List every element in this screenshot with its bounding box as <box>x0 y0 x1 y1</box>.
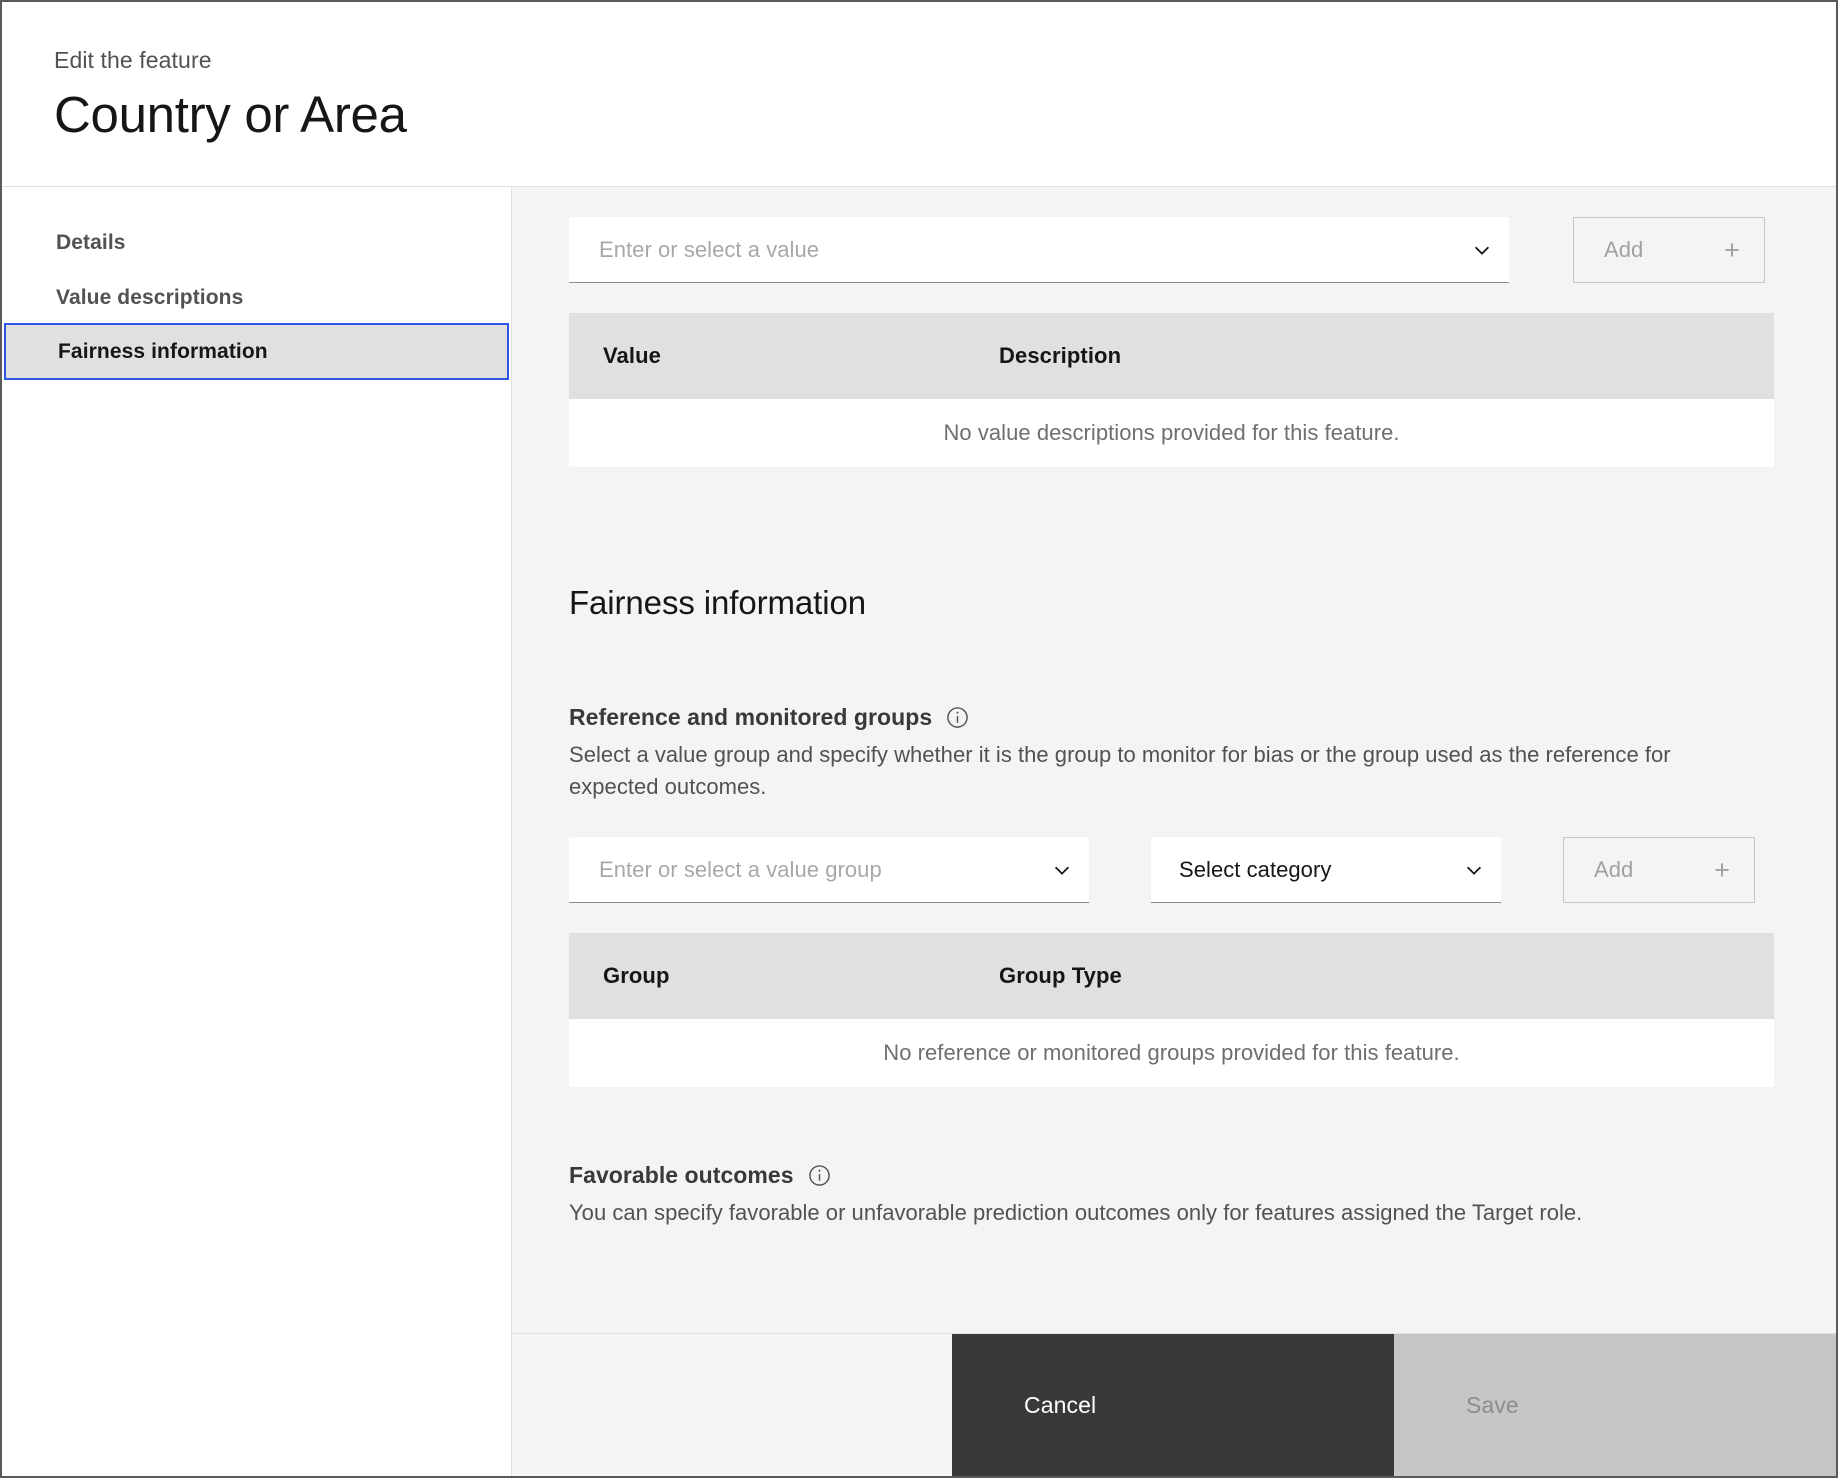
sidebar-item-fairness-information[interactable]: Fairness information <box>4 323 509 380</box>
category-select[interactable]: Select category <box>1151 837 1501 903</box>
value-group-input-placeholder: Enter or select a value group <box>599 856 882 882</box>
column-header-group-type: Group Type <box>999 963 1122 988</box>
chevron-down-icon[interactable] <box>1463 859 1485 881</box>
info-icon[interactable] <box>807 1163 832 1188</box>
reference-groups-field-group: Reference and monitored groups Select a … <box>512 704 1836 803</box>
cancel-button[interactable]: Cancel <box>952 1334 1394 1476</box>
add-value-description-label: Add <box>1604 237 1644 262</box>
save-button[interactable]: Save <box>1394 1334 1836 1476</box>
sidebar-item-details[interactable]: Details <box>2 213 511 268</box>
info-icon[interactable] <box>945 705 970 730</box>
reference-groups-label: Reference and monitored groups <box>569 704 933 730</box>
value-descriptions-table-header: Value Description <box>569 313 1774 399</box>
add-reference-group-label: Add <box>1594 857 1634 882</box>
modal-footer: Cancel Save <box>512 1333 1836 1476</box>
column-header-description: Description <box>999 343 1122 368</box>
value-group-input[interactable]: Enter or select a value group <box>569 837 1089 903</box>
column-header-group: Group <box>603 963 670 988</box>
value-input[interactable]: Enter or select a value <box>569 217 1509 283</box>
value-input-row: Enter or select a value Add + <box>512 217 1836 283</box>
favorable-outcomes-label: Favorable outcomes <box>569 1162 794 1188</box>
column-header-value: Value <box>603 343 661 368</box>
reference-groups-table: Group Group Type No reference or monitor… <box>569 933 1774 1087</box>
modal-body: Details Value descriptions Fairness info… <box>2 187 1836 1476</box>
category-select-value: Select category <box>1179 856 1332 882</box>
value-descriptions-table: Value Description No value descriptions … <box>569 313 1774 467</box>
modal-header: Edit the feature Country or Area <box>2 2 1836 187</box>
favorable-outcomes-help-text: You can specify favorable or unfavorable… <box>569 1200 1583 1225</box>
reference-groups-empty-state: No reference or monitored groups provide… <box>569 1019 1774 1087</box>
reference-groups-table-header: Group Group Type <box>569 933 1774 1019</box>
plus-icon: + <box>1724 234 1740 265</box>
page-title: Country or Area <box>54 86 407 143</box>
favorable-outcomes-field-group: Favorable outcomes You can specify favor… <box>512 1162 1836 1229</box>
add-reference-group-button[interactable]: Add + <box>1563 837 1755 903</box>
favorable-outcomes-label-row: Favorable outcomes <box>569 1162 1836 1189</box>
fairness-section-title: Fairness information <box>569 584 866 621</box>
sidebar-nav: Details Value descriptions Fairness info… <box>2 187 512 1476</box>
value-input-placeholder: Enter or select a value <box>599 236 820 262</box>
edit-feature-modal: Edit the feature Country or Area Details… <box>0 0 1838 1478</box>
sidebar-item-value-descriptions[interactable]: Value descriptions <box>2 268 511 323</box>
value-descriptions-empty-state: No value descriptions provided for this … <box>569 399 1774 467</box>
chevron-down-icon[interactable] <box>1471 239 1493 261</box>
modal-eyebrow: Edit the feature <box>54 47 212 73</box>
main-scroll-area: Enter or select a value Add + Value Desc… <box>512 187 1836 1333</box>
reference-groups-help-text: Select a value group and specify whether… <box>569 742 1671 799</box>
plus-icon: + <box>1714 854 1730 885</box>
add-value-description-button[interactable]: Add + <box>1573 217 1765 283</box>
chevron-down-icon[interactable] <box>1051 859 1073 881</box>
reference-groups-label-row: Reference and monitored groups <box>569 704 1836 731</box>
reference-groups-input-row: Enter or select a value group Select cat… <box>512 837 1836 903</box>
main-panel: Enter or select a value Add + Value Desc… <box>512 187 1836 1476</box>
